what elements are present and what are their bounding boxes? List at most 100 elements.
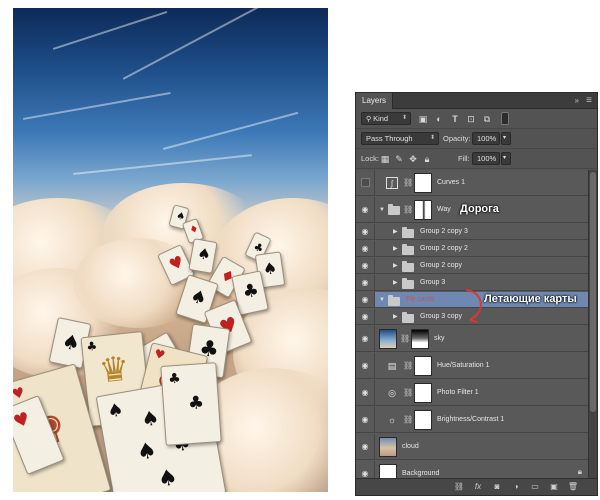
eye-icon[interactable]: ◉ (356, 380, 375, 405)
smart-object-filter-icon[interactable]: ⧉ (481, 113, 493, 125)
layer-name[interactable]: Hue/Saturation 1 (437, 362, 490, 369)
expand-arrow-open-icon[interactable]: ▼ (379, 197, 385, 222)
pixel-filter-icon[interactable]: ▣ (417, 113, 429, 125)
expand-arrow-closed-icon[interactable]: ▶ (393, 275, 398, 290)
type-filter-icon[interactable]: T (449, 113, 461, 125)
layer-name[interactable]: Group 2 copy 3 (420, 228, 468, 235)
eye-icon[interactable]: ◉ (356, 434, 375, 459)
expand-arrow-open-icon[interactable]: ▼ (379, 292, 385, 307)
mask-icon[interactable]: ◙ (490, 481, 504, 493)
eye-icon[interactable]: ◉ (356, 461, 375, 478)
filter-toggle-icon[interactable] (501, 112, 509, 125)
folder-icon (402, 227, 414, 238)
opacity-slider-button[interactable]: ▾ (501, 132, 511, 145)
layer-name[interactable]: Background (402, 470, 439, 477)
layer-thumbnail[interactable] (379, 437, 397, 457)
layers-scrollbar[interactable] (588, 170, 597, 478)
chevron-down-icon: ⬍ (429, 135, 435, 141)
eye-icon[interactable]: ◉ (356, 407, 375, 432)
layer-name[interactable]: Fly cards (406, 296, 434, 303)
layer-row-background[interactable]: ◉ Background 🔒︎ (356, 461, 588, 478)
layer-row-sky[interactable]: ◉ ⛓ sky (356, 326, 588, 352)
layer-thumbnail[interactable] (379, 464, 397, 478)
lock-transparency-icon[interactable]: ▦ (379, 153, 391, 165)
folder-icon (388, 295, 400, 306)
layer-name[interactable]: Curves 1 (437, 179, 465, 186)
layer-mask-thumbnail[interactable] (414, 383, 432, 403)
opacity-input[interactable]: 100% (472, 132, 500, 145)
layer-mask-thumbnail[interactable] (414, 356, 432, 376)
eye-icon[interactable]: ◉ (356, 241, 375, 256)
layer-row-way[interactable]: ◉ ▼ ⛓ Way Дорога (356, 197, 588, 223)
layer-row-curves-1[interactable]: ∫ ⛓ Curves 1 (356, 170, 588, 196)
panel-footer: ⛓ fx ◙ ◑ ▭ ▣ 🗑︎ (356, 478, 597, 495)
panel-menu-icon[interactable]: ≡ (586, 95, 592, 106)
layers-panel: Layers » ≡ ⚲ Kind ⬍ ▣ ◐ T ⊡ ⧉ Pass Throu… (355, 92, 598, 496)
layer-row-hue-saturation-1[interactable]: ◉ ▤ ⛓ Hue/Saturation 1 (356, 353, 588, 379)
layer-name[interactable]: cloud (402, 443, 419, 450)
lock-position-icon[interactable]: ✥ (407, 153, 419, 165)
visibility-toggle[interactable] (356, 170, 375, 195)
trash-icon[interactable]: 🗑︎ (566, 481, 580, 493)
eye-icon[interactable]: ◉ (356, 353, 375, 378)
folder-icon (402, 261, 414, 272)
annotation-label: Дорога (460, 203, 499, 215)
folder-icon (402, 312, 414, 323)
lock-image-icon[interactable]: ✎ (393, 153, 405, 165)
new-layer-icon[interactable]: ▣ (547, 481, 561, 493)
layer-row-group-2-copy-2[interactable]: ◉ ▶ Group 2 copy 2 (356, 241, 588, 257)
link-layers-icon[interactable]: ⛓ (452, 481, 466, 493)
document-canvas[interactable]: ♠ ♦ ♣ ♠ ♥ ♠ ♦ ♣ ♠ ♥ ♣ ♦ ♠ ♣ ♛ ♥ ♚ ♠ ♠ ♠ … (13, 8, 328, 492)
layer-row-cloud[interactable]: ◉ cloud (356, 434, 588, 460)
layer-row-group-2-copy[interactable]: ◉ ▶ Group 2 copy (356, 258, 588, 274)
layer-name[interactable]: Photo Filter 1 (437, 389, 479, 396)
blend-row: Pass Through ⬍ Opacity: 100% ▾ (356, 129, 597, 149)
eye-icon[interactable]: ◉ (356, 224, 375, 239)
layer-name[interactable]: Brightness/Contrast 1 (437, 416, 504, 423)
eye-icon[interactable]: ◉ (356, 275, 375, 290)
layer-name[interactable]: sky (434, 335, 445, 342)
layer-name[interactable]: Group 2 copy (420, 262, 462, 269)
layer-name[interactable]: Group 2 copy 2 (420, 245, 468, 252)
expand-arrow-closed-icon[interactable]: ▶ (393, 241, 398, 256)
expand-arrow-closed-icon[interactable]: ▶ (393, 309, 398, 324)
sky-streak (52, 10, 168, 50)
collapse-panel-icon[interactable]: » (575, 96, 579, 105)
folder-icon[interactable]: ▭ (528, 481, 542, 493)
eye-icon[interactable]: ◉ (356, 326, 375, 351)
layer-mask-thumbnail[interactable] (414, 410, 432, 430)
eye-icon[interactable]: ◉ (356, 309, 375, 324)
layer-row-photo-filter-1[interactable]: ◉ ◎ ⛓ Photo Filter 1 (356, 380, 588, 406)
filter-kind-value: Kind (373, 114, 389, 123)
layer-mask-thumbnail[interactable] (414, 173, 432, 193)
brightness-contrast-icon: ☼ (387, 415, 397, 425)
layer-name[interactable]: Group 3 (420, 279, 445, 286)
fx-icon[interactable]: fx (471, 481, 485, 493)
expand-arrow-closed-icon[interactable]: ▶ (393, 224, 398, 239)
fill-slider-button[interactable]: ▾ (501, 152, 511, 165)
sky-streak (22, 91, 171, 120)
scrollbar-thumb[interactable] (590, 172, 596, 412)
layer-row-brightness-contrast-1[interactable]: ◉ ☼ ⛓ Brightness/Contrast 1 (356, 407, 588, 433)
layer-mask-thumbnail[interactable] (411, 329, 429, 349)
tab-layers[interactable]: Layers (356, 93, 394, 109)
group-mask-thumbnail[interactable] (414, 200, 432, 220)
eye-icon[interactable]: ◉ (356, 292, 375, 307)
layer-name[interactable]: Group 3 copy (420, 313, 462, 320)
fill-input[interactable]: 100% (472, 152, 500, 165)
eye-icon[interactable]: ◉ (356, 258, 375, 273)
sky-streak (162, 111, 299, 150)
layer-row-group-2-copy-3[interactable]: ◉ ▶ Group 2 copy 3 (356, 224, 588, 240)
adjustment-icon[interactable]: ◑ (509, 481, 523, 493)
adjustment-filter-icon[interactable]: ◐ (433, 113, 445, 125)
expand-arrow-closed-icon[interactable]: ▶ (393, 258, 398, 273)
link-icon: ⛓ (403, 361, 414, 370)
eye-icon[interactable]: ◉ (356, 197, 375, 222)
lock-all-icon[interactable]: 🔒︎ (421, 153, 433, 165)
filter-row: ⚲ Kind ⬍ ▣ ◐ T ⊡ ⧉ (356, 109, 597, 129)
filter-kind-select[interactable]: ⚲ Kind ⬍ (361, 112, 411, 125)
layer-name[interactable]: Way (437, 206, 451, 213)
blend-mode-select[interactable]: Pass Through ⬍ (361, 132, 439, 145)
shape-filter-icon[interactable]: ⊡ (465, 113, 477, 125)
layer-thumbnail[interactable] (379, 329, 397, 349)
